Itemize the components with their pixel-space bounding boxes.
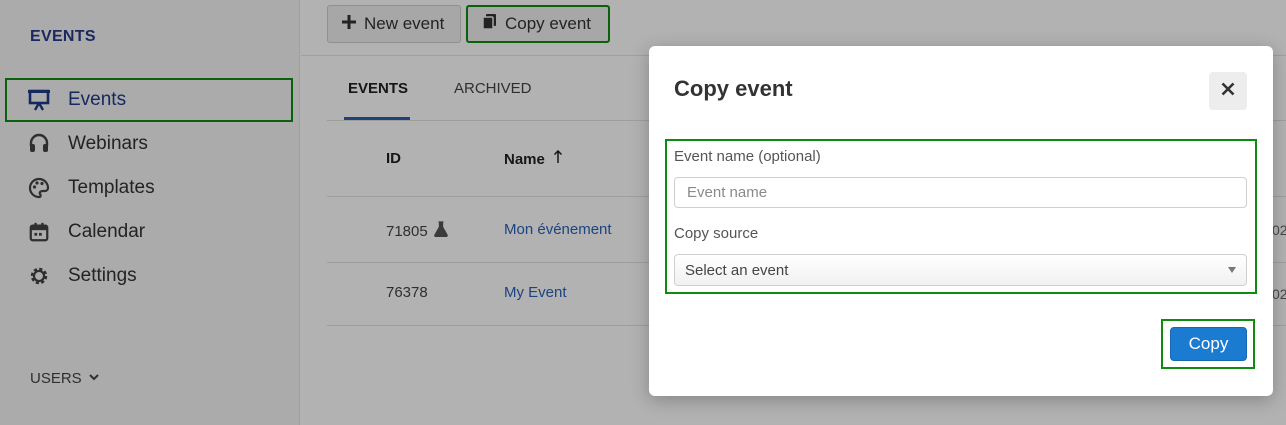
event-name-input[interactable] — [674, 177, 1247, 208]
copy-source-label: Copy source — [674, 225, 759, 242]
dialog-title: Copy event — [674, 76, 793, 101]
copy-button[interactable]: Copy — [1170, 327, 1247, 361]
event-name-label: Event name (optional) — [674, 148, 821, 165]
close-button[interactable] — [1209, 72, 1247, 110]
caret-down-icon — [1228, 267, 1236, 273]
copy-source-placeholder: Select an event — [685, 261, 789, 279]
close-icon — [1221, 82, 1235, 101]
copy-event-dialog: Copy event Event name (optional) Copy so… — [649, 46, 1273, 396]
copy-source-select[interactable]: Select an event — [674, 254, 1247, 286]
